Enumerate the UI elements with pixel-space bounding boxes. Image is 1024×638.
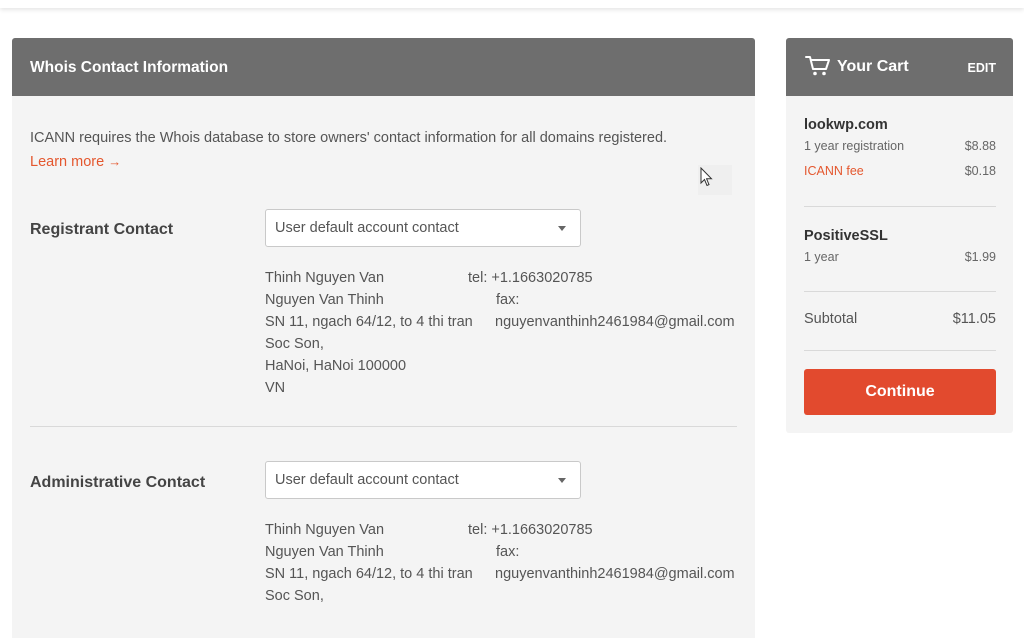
registrant-district: Soc Son, [265,336,324,352]
top-bar [0,0,1024,8]
cart-line-price: $8.88 [964,139,996,153]
section-divider [30,426,737,427]
registrant-street: SN 11, ngach 64/12, to 4 thi tran [265,314,473,330]
cart-line-label: 1 year registration [804,139,905,153]
cart-divider [804,206,996,207]
cart-line-label: 1 year [804,250,839,264]
registrant-select-value: User default account contact [275,220,459,236]
cart-item-name: PositiveSSL [804,228,888,244]
administrative-street: SN 11, ngach 64/12, to 4 thi tran [265,566,473,582]
shopping-cart-icon [805,55,831,82]
administrative-fax: fax: [496,544,520,560]
cart-item-line: ICANN fee $0.18 [804,164,996,178]
registrant-city: HaNoi, HaNoi 100000 [265,358,407,374]
registrant-address: Thinh Nguyen Van Nguyen Van Thinh SN 11,… [265,267,473,399]
registrant-tel: tel: +1.1663020785 [468,270,593,286]
subtotal-label: Subtotal [804,311,858,327]
registrant-contact-select[interactable]: User default account contact [265,209,581,247]
cart-divider [804,291,996,292]
continue-button[interactable]: Continue [804,369,996,415]
registrant-org: Nguyen Van Thinh [265,292,384,308]
cart-title: Your Cart [837,58,909,75]
administrative-select-value: User default account contact [275,472,459,488]
registrant-name: Thinh Nguyen Van [265,270,385,286]
registrant-contact-label: Registrant Contact [30,221,174,238]
cart-line-price: $0.18 [964,164,996,178]
registrant-country: VN [265,380,286,396]
registrant-email: nguyenvanthinh2461984@gmail.com [495,314,735,330]
whois-intro-text: ICANN requires the Whois database to sto… [30,130,668,146]
administrative-tel: tel: +1.1663020785 [468,522,593,538]
administrative-district: Soc Son, [265,588,324,604]
cart-line-label: ICANN fee [804,164,864,178]
administrative-org: Nguyen Van Thinh [265,544,384,560]
whois-panel-title: Whois Contact Information [12,38,755,96]
cart-header: Your Cart EDIT [786,38,1013,96]
cart-item-line: 1 year $1.99 [804,250,996,264]
subtotal-value: $11.05 [952,311,996,327]
administrative-email: nguyenvanthinh2461984@gmail.com [495,566,735,582]
registrant-fax: fax: [496,292,520,308]
chevron-down-icon [558,226,566,231]
administrative-name: Thinh Nguyen Van [265,522,385,538]
learn-more-link[interactable]: Learn more → [30,154,121,170]
cart-edit-button[interactable]: EDIT [968,61,996,75]
administrative-address: Thinh Nguyen Van Nguyen Van Thinh SN 11,… [265,519,473,607]
administrative-contact-select[interactable]: User default account contact [265,461,581,499]
arrow-right-icon: → [108,154,122,169]
cart-line-price: $1.99 [964,250,996,264]
whois-intro: ICANN requires the Whois database to sto… [30,127,690,174]
administrative-contact-label: Administrative Contact [30,474,206,491]
cart-item-name: lookwp.com [804,117,888,133]
cart-item-line: 1 year registration $8.88 [804,139,996,153]
chevron-down-icon [558,478,566,483]
cart-subtotal: Subtotal $11.05 [804,311,996,327]
cart-panel: Your Cart EDIT lookwp.com 1 year registr… [786,38,1013,433]
mouse-pointer-icon [698,165,732,195]
cart-divider [804,350,996,351]
whois-panel: Whois Contact Information ICANN requires… [12,38,755,638]
